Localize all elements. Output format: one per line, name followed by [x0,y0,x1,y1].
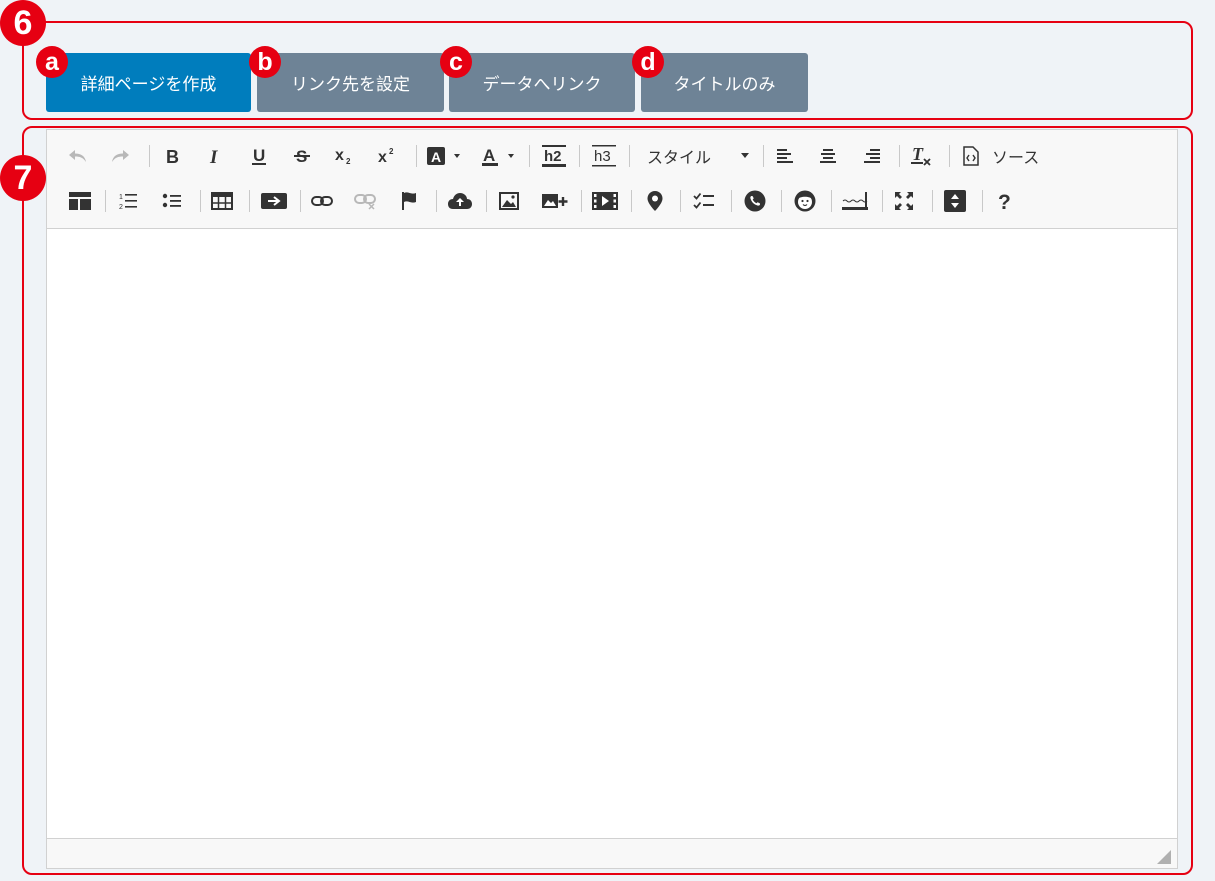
help-icon[interactable]: ? [988,185,1020,217]
annotation-badge-6: 6 [0,0,46,46]
text-color-icon[interactable]: A [477,140,519,172]
chevron-down-icon [741,153,749,158]
align-center-icon[interactable] [812,140,844,172]
phone-icon[interactable] [739,185,771,217]
undo-icon[interactable] [62,140,94,172]
checklist-icon[interactable] [688,185,720,217]
svg-text:T: T [912,145,924,164]
rich-text-editor: B I U S x2 x2 A A [46,129,1178,869]
resize-handle-icon[interactable] [1157,849,1171,864]
svg-text:2: 2 [389,147,394,156]
horizontal-rule-icon[interactable] [837,185,873,217]
unlink-icon[interactable] [349,185,381,217]
svg-text:x: x [378,149,387,166]
title-only-button[interactable]: タイトルのみ [641,53,808,112]
link-icon[interactable] [306,185,338,217]
svg-text:B: B [166,147,179,165]
editor-toolbar: B I U S x2 x2 A A [47,130,1177,229]
underline-icon[interactable]: U [243,140,275,172]
source-label[interactable]: ソース [992,140,1039,172]
link-button-icon[interactable] [255,185,293,217]
style-dropdown-label: スタイル [647,148,712,167]
cloud-upload-icon[interactable] [444,185,476,217]
svg-text:U: U [253,146,265,165]
redo-icon[interactable] [104,140,136,172]
svg-text:x: x [335,147,344,164]
bold-icon[interactable]: B [156,140,188,172]
bulleted-list-icon[interactable] [156,185,188,217]
svg-text:2: 2 [346,157,351,166]
svg-text:1: 1 [119,194,123,201]
source-icon[interactable] [955,140,987,172]
italic-icon[interactable]: I [199,140,231,172]
set-link-target-button[interactable]: リンク先を設定 [257,53,444,112]
svg-text:h3: h3 [594,148,611,165]
svg-text:A: A [431,149,441,165]
svg-text:I: I [209,147,218,165]
image-icon[interactable] [493,185,525,217]
align-left-icon[interactable] [769,140,801,172]
video-icon[interactable] [587,185,623,217]
svg-text:2: 2 [119,204,123,211]
heading-3-icon[interactable]: h3 [586,140,622,172]
annotation-badge-b: b [249,46,281,78]
emoji-face-icon[interactable] [789,185,821,217]
map-pin-icon[interactable] [639,185,671,217]
table-icon[interactable] [206,185,238,217]
superscript-icon[interactable]: x2 [372,140,404,172]
svg-text:A: A [483,146,495,165]
svg-text:?: ? [998,191,1011,212]
remove-format-icon[interactable]: T [905,140,937,172]
annotation-badge-7: 7 [0,155,46,201]
resize-height-icon[interactable] [939,185,971,217]
create-detail-page-button[interactable]: 詳細ページを作成 [46,53,251,112]
toolbar-row-2: 12 ? [47,181,1177,221]
annotation-badge-a: a [36,46,68,78]
fullscreen-icon[interactable] [888,185,920,217]
subscript-icon[interactable]: x2 [329,140,361,172]
align-right-icon[interactable] [856,140,888,172]
annotation-badge-d: d [632,46,664,78]
toolbar-row-1: B I U S x2 x2 A A [47,136,1177,176]
template-icon[interactable] [64,185,96,217]
add-image-icon[interactable] [536,185,574,217]
style-dropdown[interactable]: スタイル [647,140,757,172]
background-color-icon[interactable]: A [423,140,465,172]
editor-content-area[interactable] [47,229,1177,839]
strikethrough-icon[interactable]: S [286,140,318,172]
svg-text:h2: h2 [544,148,562,165]
heading-2-icon[interactable]: h2 [536,140,572,172]
numbered-list-icon[interactable]: 12 [112,185,144,217]
annotation-badge-c: c [440,46,472,78]
anchor-flag-icon[interactable] [393,185,425,217]
link-to-data-button[interactable]: データへリンク [449,53,635,112]
